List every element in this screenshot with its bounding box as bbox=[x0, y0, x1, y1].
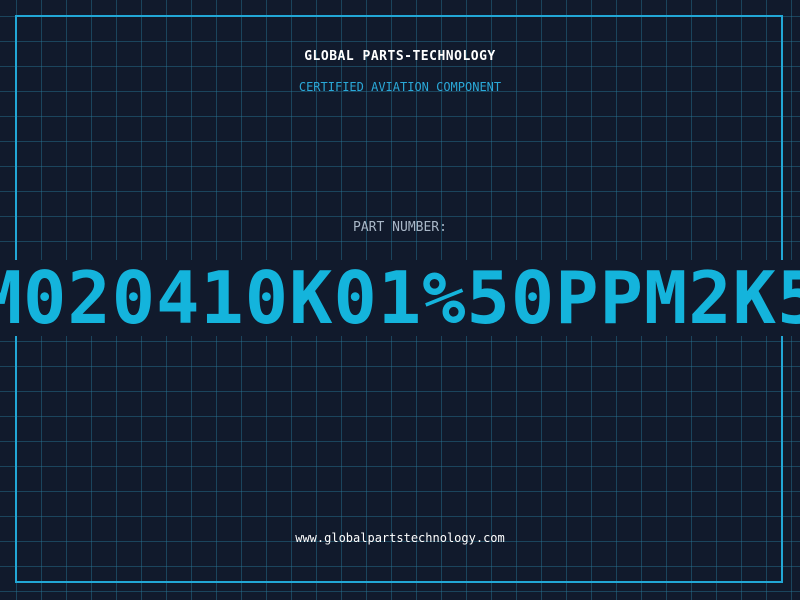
certificate-canvas: GLOBAL PARTS-TECHNOLOGY CERTIFIED AVIATI… bbox=[0, 0, 800, 600]
part-number-label: PART NUMBER: bbox=[353, 220, 447, 235]
part-number-band: M020410K01%50PPM2K5 bbox=[0, 260, 800, 336]
website-url: www.globalpartstechnology.com bbox=[295, 531, 505, 545]
part-number-value: M020410K01%50PPM2K5 bbox=[0, 260, 800, 336]
certification-subtitle: CERTIFIED AVIATION COMPONENT bbox=[298, 80, 502, 94]
company-name: GLOBAL PARTS-TECHNOLOGY bbox=[304, 49, 496, 64]
